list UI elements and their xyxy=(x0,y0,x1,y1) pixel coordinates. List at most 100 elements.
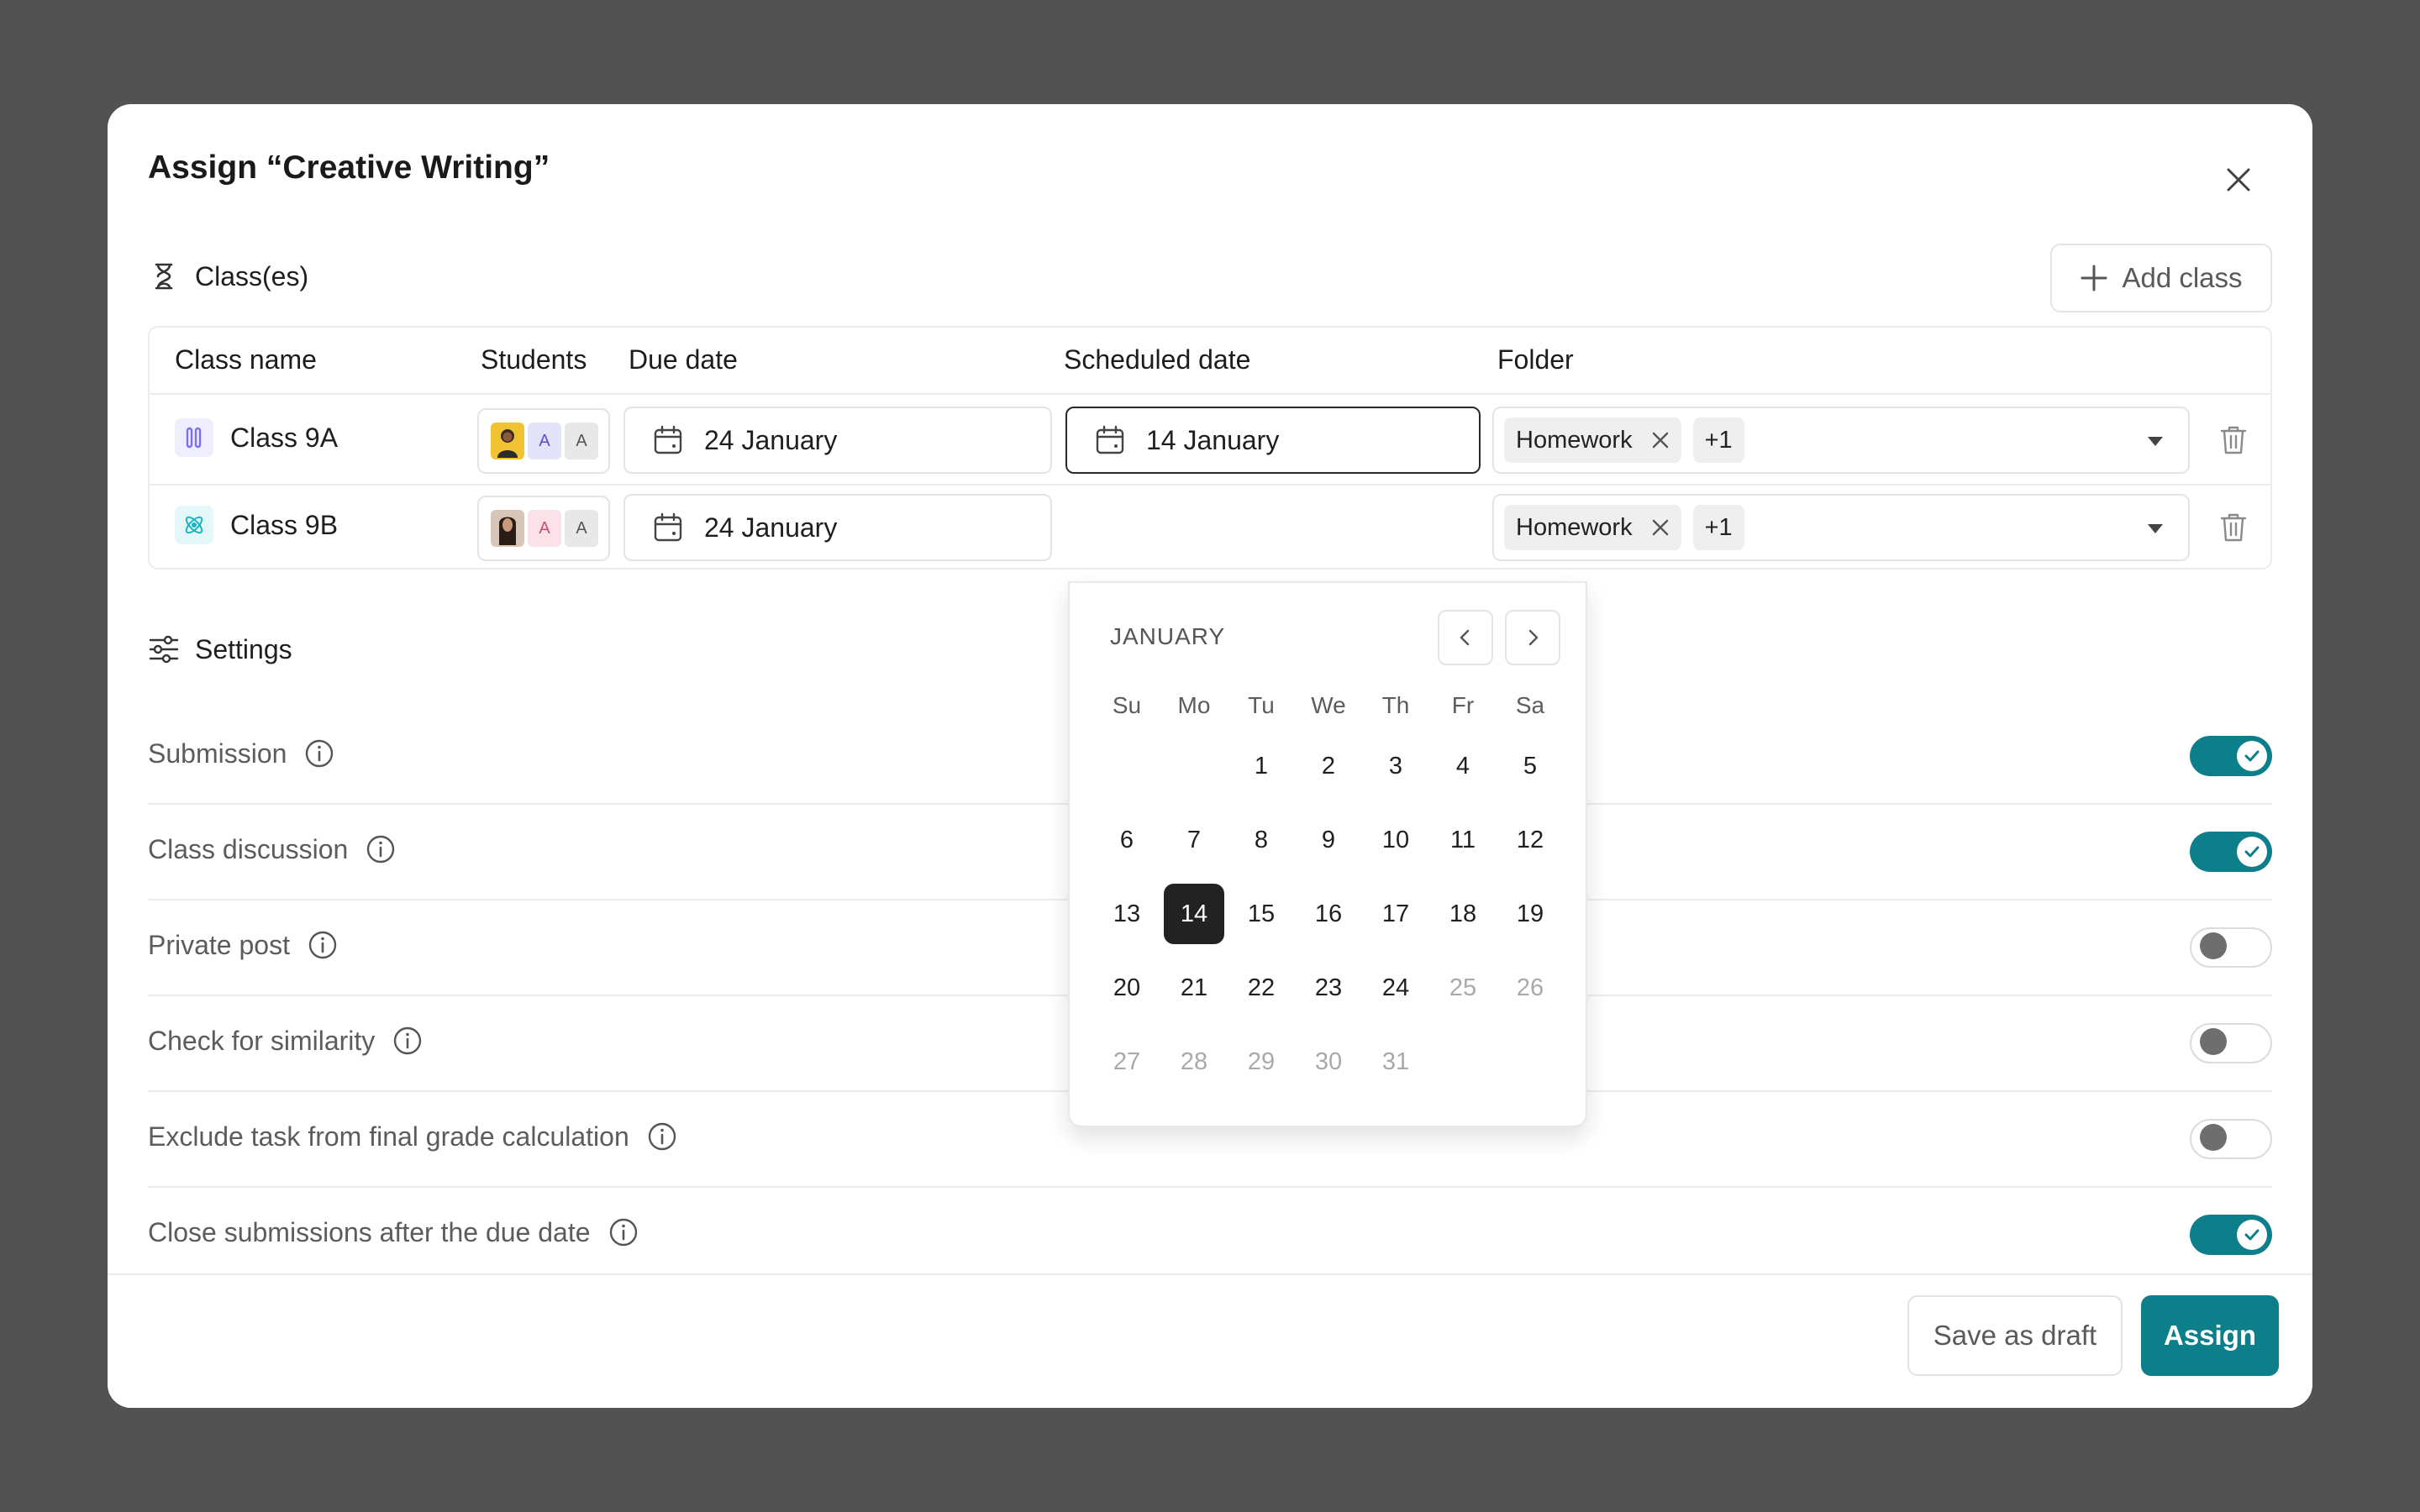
calendar-day-number: 26 xyxy=(1516,974,1544,1001)
calendar-day[interactable]: 30 xyxy=(1295,1025,1362,1099)
calendar-day[interactable]: 27 xyxy=(1093,1025,1160,1099)
weekday-label: Mo xyxy=(1177,692,1211,718)
setting-toggle[interactable] xyxy=(2190,1215,2272,1255)
setting-toggle[interactable] xyxy=(2190,736,2272,776)
calendar-day[interactable]: 12 xyxy=(1497,803,1564,877)
info-icon[interactable] xyxy=(303,738,335,769)
avatar-letter: A xyxy=(565,510,598,547)
calendar-day[interactable]: 4 xyxy=(1429,729,1497,803)
info-icon[interactable] xyxy=(307,929,339,961)
calendar-day-number: 20 xyxy=(1113,974,1141,1001)
calendar-day-number: 9 xyxy=(1321,826,1336,853)
setting-row: Close submissions after the due date xyxy=(148,1188,2272,1284)
calendar-day[interactable]: 31 xyxy=(1362,1025,1429,1099)
table-row: Class 9B A A 24 January Homework +1 xyxy=(150,484,2270,570)
calendar-day-number: 2 xyxy=(1321,752,1336,780)
toggle-knob xyxy=(2200,932,2227,959)
calendar-day-number: 21 xyxy=(1180,974,1208,1001)
setting-toggle[interactable] xyxy=(2190,927,2272,968)
calendar-day[interactable]: 2 xyxy=(1295,729,1362,803)
info-icon[interactable] xyxy=(365,833,397,865)
info-icon[interactable] xyxy=(646,1121,678,1152)
info-icon[interactable] xyxy=(608,1216,639,1248)
setting-toggle[interactable] xyxy=(2190,1119,2272,1159)
folder-select[interactable]: Homework +1 xyxy=(1492,494,2190,561)
calendar-day[interactable]: 26 xyxy=(1497,951,1564,1025)
atom-icon xyxy=(175,506,213,544)
trash-icon[interactable] xyxy=(2217,511,2250,544)
info-icon[interactable] xyxy=(392,1025,424,1057)
folder-chip-label: Homework xyxy=(1516,513,1633,541)
calendar-day[interactable]: 29 xyxy=(1228,1025,1295,1099)
due-date-field[interactable]: 24 January xyxy=(623,407,1052,474)
calendar-day[interactable]: 24 xyxy=(1362,951,1429,1025)
setting-label-wrap: Check for similarity xyxy=(148,1025,424,1057)
calendar-day[interactable]: 22 xyxy=(1228,951,1295,1025)
assign-button[interactable]: Assign xyxy=(2141,1295,2279,1376)
calendar-day-number: 29 xyxy=(1247,1047,1276,1075)
classes-table: Class name Students Due date Scheduled d… xyxy=(148,326,2272,570)
students-cell[interactable]: A A xyxy=(477,408,610,474)
next-month-button[interactable] xyxy=(1505,610,1560,665)
remove-chip-icon[interactable] xyxy=(1651,431,1670,449)
column-header-class-name: Class name xyxy=(175,344,317,375)
close-button[interactable] xyxy=(2215,156,2262,203)
calendar-day[interactable]: 13 xyxy=(1093,877,1160,951)
remove-chip-icon[interactable] xyxy=(1651,518,1670,537)
add-class-label: Add class xyxy=(2122,262,2243,293)
setting-toggle[interactable] xyxy=(2190,832,2272,872)
toggle-knob xyxy=(2237,837,2267,867)
setting-label: Check for similarity xyxy=(148,1025,376,1056)
calendar-day[interactable]: 6 xyxy=(1093,803,1160,877)
weekday-label: Su xyxy=(1112,692,1142,718)
calendar-day[interactable]: 23 xyxy=(1295,951,1362,1025)
calendar-day[interactable]: 10 xyxy=(1362,803,1429,877)
calendar-blank xyxy=(1160,729,1228,803)
calendar-day[interactable]: 20 xyxy=(1093,951,1160,1025)
folder-chip-label: Homework xyxy=(1516,426,1633,454)
add-class-button[interactable]: Add class xyxy=(2050,244,2272,312)
calendar-day-number: 4 xyxy=(1455,752,1470,780)
calendar-day[interactable]: 11 xyxy=(1429,803,1497,877)
classes-section-title: Class(es) xyxy=(195,260,309,291)
calendar-day[interactable]: 25 xyxy=(1429,951,1497,1025)
calendar-day[interactable]: 19 xyxy=(1497,877,1564,951)
setting-label: Submission xyxy=(148,738,287,769)
scheduled-date-field[interactable]: 14 January xyxy=(1065,407,1481,474)
previous-month-button[interactable] xyxy=(1438,610,1493,665)
table-header: Class name Students Due date Scheduled d… xyxy=(150,328,2270,395)
calendar-day[interactable]: 3 xyxy=(1362,729,1429,803)
setting-label: Close submissions after the due date xyxy=(148,1216,591,1247)
calendar-day[interactable]: 21 xyxy=(1160,951,1228,1025)
calendar-day[interactable]: 17 xyxy=(1362,877,1429,951)
calendar-day-selected[interactable]: 14 xyxy=(1160,877,1228,951)
folder-select[interactable]: Homework +1 xyxy=(1492,407,2190,474)
calendar-day[interactable]: 1 xyxy=(1228,729,1295,803)
calendar-day[interactable]: 9 xyxy=(1295,803,1362,877)
calendar-blank xyxy=(1093,729,1160,803)
calendar-day[interactable]: 8 xyxy=(1228,803,1295,877)
chevron-down-icon xyxy=(2148,524,2163,533)
calendar-day[interactable]: 15 xyxy=(1228,877,1295,951)
calendar-day-number: 31 xyxy=(1381,1047,1410,1075)
column-header-students: Students xyxy=(481,344,587,375)
calendar-day[interactable]: 7 xyxy=(1160,803,1228,877)
calendar-day[interactable]: 16 xyxy=(1295,877,1362,951)
calendar-day-number: 30 xyxy=(1314,1047,1343,1075)
setting-toggle[interactable] xyxy=(2190,1023,2272,1063)
calendar-day[interactable]: 18 xyxy=(1429,877,1497,951)
toggle-knob xyxy=(2237,741,2267,771)
calendar-day-number: 13 xyxy=(1113,900,1141,927)
save-draft-button[interactable]: Save as draft xyxy=(1907,1295,2123,1376)
trash-icon[interactable] xyxy=(2217,423,2250,457)
calendar-day[interactable]: 28 xyxy=(1160,1025,1228,1099)
due-date-field[interactable]: 24 January xyxy=(623,494,1052,561)
date-picker-popover: JANUARY Su Mo Tu We Th Fr Sa 1 2 3 4 5 6 7 8 9 10 11 12 13 1… xyxy=(1068,581,1587,1127)
class-name-cell: Class 9B xyxy=(175,506,338,544)
calendar-day[interactable]: 5 xyxy=(1497,729,1564,803)
close-icon xyxy=(2227,168,2250,192)
check-icon xyxy=(2244,846,2260,858)
calendar-day-number: 11 xyxy=(1449,826,1476,853)
students-cell[interactable]: A A xyxy=(477,496,610,561)
calendar-day-number: 16 xyxy=(1314,900,1343,927)
